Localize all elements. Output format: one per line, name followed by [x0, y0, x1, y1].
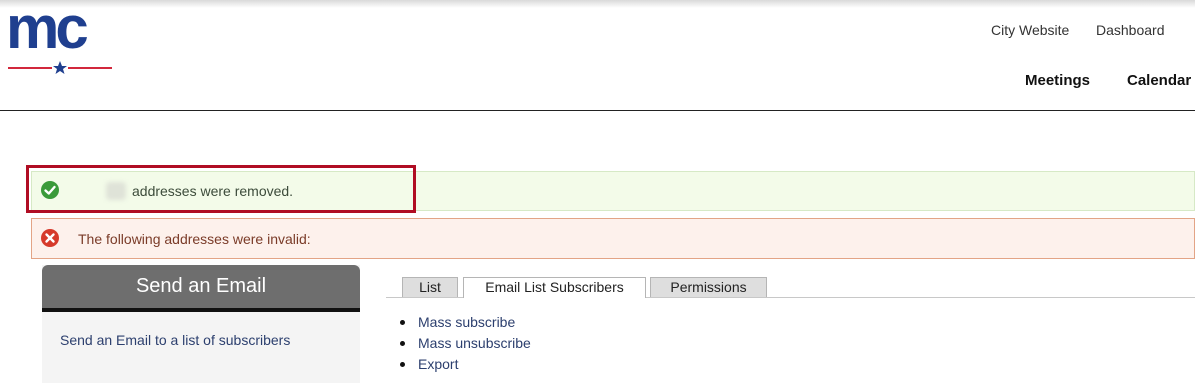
bullet-icon	[400, 320, 405, 325]
site-logo[interactable]: mc	[6, 0, 116, 74]
error-message: The following addresses were invalid:	[78, 231, 311, 247]
list-item: Export	[398, 355, 531, 376]
send-email-card: Send an Email Send an Email to a list of…	[42, 265, 360, 383]
city-website-link[interactable]: City Website	[991, 22, 1069, 38]
logo-star-rule-icon	[8, 61, 112, 74]
nav-meetings[interactable]: Meetings	[1025, 72, 1090, 89]
tab-list[interactable]: List	[402, 277, 458, 297]
logo-text: mc	[6, 0, 89, 61]
mass-subscribe-link[interactable]: Mass subscribe	[418, 314, 515, 330]
list-item: Mass subscribe	[398, 313, 531, 334]
mass-unsubscribe-link[interactable]: Mass unsubscribe	[418, 335, 531, 351]
bullet-icon	[400, 362, 405, 367]
list-item: Mass unsubscribe	[398, 334, 531, 355]
subscriber-actions-list: Mass subscribe Mass unsubscribe Export	[398, 313, 531, 376]
error-alert: The following addresses were invalid:	[31, 218, 1195, 259]
header-divider	[0, 110, 1195, 111]
tab-permissions[interactable]: Permissions	[650, 277, 767, 297]
top-shadow	[0, 0, 1195, 8]
dashboard-link[interactable]: Dashboard	[1096, 22, 1165, 38]
bullet-icon	[400, 341, 405, 346]
tab-email-list-subscribers[interactable]: Email List Subscribers	[463, 277, 646, 298]
send-email-title: Send an Email	[42, 265, 360, 312]
highlight-annotation	[26, 165, 416, 213]
export-link[interactable]: Export	[418, 356, 458, 372]
nav-calendar[interactable]: Calendar	[1127, 72, 1191, 89]
send-email-link[interactable]: Send an Email to a list of subscribers	[60, 332, 290, 348]
error-x-icon	[41, 229, 59, 247]
